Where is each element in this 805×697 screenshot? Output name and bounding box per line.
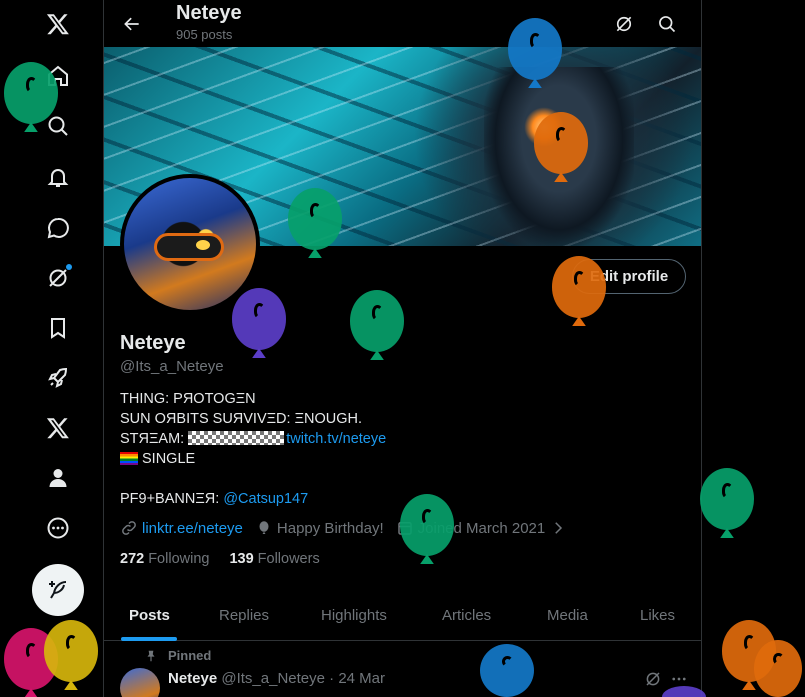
pinned-indicator: Pinned: [144, 648, 211, 663]
arrow-left-icon: [124, 17, 139, 31]
bio-credit-label: PF9+BANNΞЯ:: [120, 491, 224, 507]
following-label[interactable]: Following: [148, 551, 209, 567]
grok-button[interactable]: [608, 8, 640, 40]
banner-glow: [524, 107, 564, 147]
post-date[interactable]: · 24 Mar: [329, 670, 385, 687]
grok-icon: [616, 16, 632, 32]
bio-stream-label: STЯΞAM:: [120, 431, 189, 447]
follow-stats: 272 Following 139 Followers: [120, 551, 340, 567]
balloon-icon: [259, 521, 269, 534]
avatar-eye: [196, 240, 210, 250]
person-icon[interactable]: [34, 454, 82, 502]
grok-icon: [646, 672, 660, 686]
twitch-link[interactable]: twitch.tv/neteye: [286, 431, 386, 447]
x-icon[interactable]: [34, 404, 82, 452]
rainbow-flag-icon: [120, 452, 138, 465]
grok-icon[interactable]: [34, 254, 82, 302]
pinned-label: Pinned: [168, 648, 212, 663]
bio-line: STЯΞAM: twitch.tv/neteye: [120, 429, 680, 449]
notification-dot: [66, 264, 72, 270]
birthday-text: Happy Birthday!: [276, 519, 384, 537]
bio-single-text: SINGLE: [142, 451, 196, 467]
bio-line: SUN OЯBITS SUЯVIVΞD: ΞNOUGH.: [120, 411, 363, 427]
link-icon: [122, 521, 136, 535]
rocket-icon[interactable]: [34, 354, 82, 402]
more-horizontal-icon: [672, 677, 686, 681]
following-count[interactable]: 272: [120, 551, 144, 567]
header-post-count: 905 posts: [176, 27, 233, 42]
edit-profile-button[interactable]: Edit profile: [572, 259, 686, 294]
left-nav: [0, 0, 103, 697]
bio-line: SINGLE: [120, 449, 680, 469]
profile-handle: @Its_a_Neteye: [120, 358, 224, 375]
tab-replies[interactable]: Replies: [219, 589, 269, 641]
banner-figure: [484, 67, 634, 246]
post-author-handle[interactable]: @Its_a_Neteye: [221, 670, 325, 687]
post-author-name[interactable]: Neteye: [168, 670, 217, 687]
profile-avatar[interactable]: [120, 174, 260, 314]
bell-icon[interactable]: [34, 154, 82, 202]
feather-plus-icon: [49, 581, 67, 599]
post-actions: [640, 670, 692, 688]
tab-media[interactable]: Media: [547, 589, 588, 641]
post-more-button[interactable]: [666, 670, 692, 688]
bookmark-icon[interactable]: [34, 304, 82, 352]
compose-post-button[interactable]: [32, 564, 84, 616]
avatar-visor: [154, 233, 224, 261]
search-icon: [659, 16, 676, 33]
profile-column: Neteye 905 posts Edit profile Neteye @It…: [103, 0, 702, 697]
balloon-decoration: [754, 640, 802, 697]
chevron-right-icon[interactable]: [549, 519, 567, 537]
tab-likes[interactable]: Likes: [640, 589, 675, 641]
bio-line: PF9+BANNΞЯ: @Catsup147: [120, 489, 680, 509]
balloon-decoration: [722, 620, 776, 691]
header-title: Neteye: [176, 2, 242, 24]
post-author-avatar[interactable]: [120, 668, 160, 697]
calendar-icon: [397, 522, 412, 535]
website-link[interactable]: linktr.ee/neteye: [142, 520, 243, 537]
home-icon[interactable]: [34, 52, 82, 100]
search-button[interactable]: [651, 8, 683, 40]
pin-icon: [147, 650, 155, 661]
tab-articles[interactable]: Articles: [442, 589, 491, 641]
active-tab-indicator: [121, 637, 177, 641]
profile-bio: THING: PЯOTOGΞN SUN OЯBITS SUЯVIVΞD: ΞNO…: [120, 389, 680, 509]
profile-header-bar: Neteye 905 posts: [104, 0, 701, 47]
post-grok-button[interactable]: [640, 670, 666, 688]
tab-posts[interactable]: Posts: [129, 589, 170, 641]
joined-item: Joined March 2021: [396, 519, 572, 537]
message-icon[interactable]: [34, 204, 82, 252]
profile-tabs: Posts Replies Highlights Articles Media …: [104, 589, 701, 641]
profile-name: Neteye: [120, 332, 186, 354]
followers-label[interactable]: Followers: [258, 551, 320, 567]
website-item[interactable]: linktr.ee/neteye: [120, 519, 243, 537]
more-circle-icon[interactable]: [34, 504, 82, 552]
catsup-mention-link[interactable]: @Catsup147: [223, 491, 308, 507]
birthday-item: Happy Birthday!: [255, 519, 384, 537]
followers-count[interactable]: 139: [229, 551, 253, 567]
search-icon[interactable]: [34, 102, 82, 150]
bio-spacer: [120, 469, 680, 489]
checker-emoji: [188, 431, 285, 445]
bio-line: THING: PЯOTOGΞN: [120, 391, 256, 407]
x-logo-icon[interactable]: [34, 0, 82, 48]
tab-highlights[interactable]: Highlights: [321, 589, 387, 641]
balloon-decoration: [700, 468, 754, 539]
post-header: Neteye @Its_a_Neteye · 24 Mar: [168, 670, 385, 687]
profile-meta: linktr.ee/neteye Happy Birthday! Joined …: [120, 519, 583, 537]
back-button[interactable]: [116, 8, 148, 40]
joined-text: Joined March 2021: [417, 519, 546, 537]
